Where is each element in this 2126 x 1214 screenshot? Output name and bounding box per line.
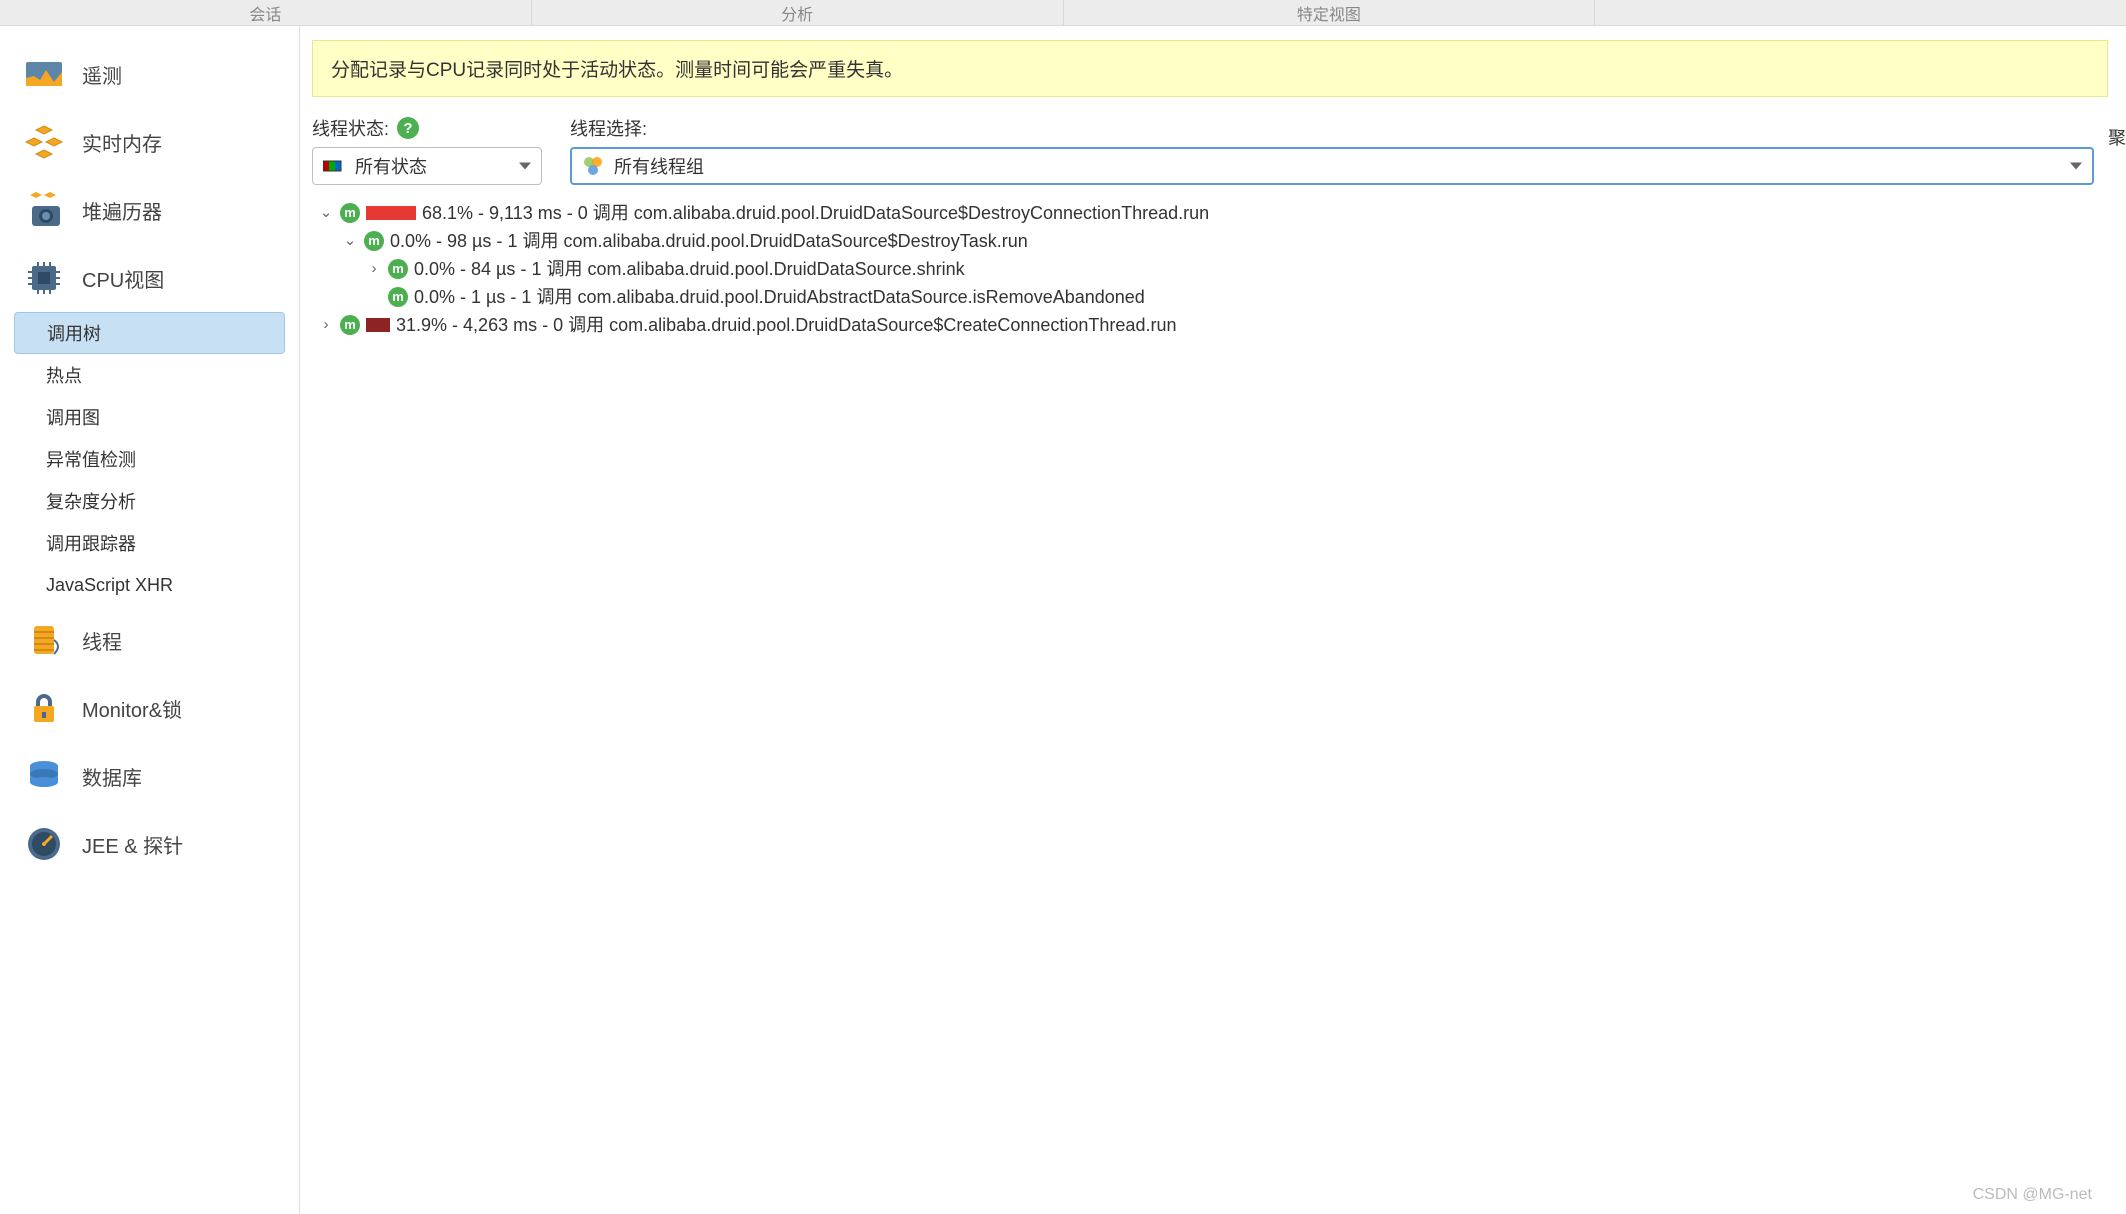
warning-banner: 分配记录与CPU记录同时处于活动状态。测量时间可能会严重失真。 bbox=[312, 40, 2108, 97]
thread-state-value: 所有状态 bbox=[355, 153, 427, 179]
tree-row[interactable]: · m 0.0% - 1 µs - 1 调用 com.alibaba.druid… bbox=[312, 283, 2108, 311]
subitem-hot-spots[interactable]: 热点 bbox=[14, 354, 285, 396]
tab-empty bbox=[1595, 0, 2126, 25]
sidebar-item-threads[interactable]: 线程 bbox=[0, 606, 299, 674]
method-icon: m bbox=[340, 315, 360, 335]
subitem-call-graph[interactable]: 调用图 bbox=[14, 396, 285, 438]
thread-group-icon bbox=[582, 155, 604, 177]
tree-row-text: 0.0% - 98 µs - 1 调用 com.alibaba.druid.po… bbox=[390, 227, 1028, 255]
camera-cubes-icon bbox=[22, 188, 66, 232]
sidebar-item-label: Monitor&锁 bbox=[82, 694, 182, 723]
right-edge-label-fragment: 聚 bbox=[2108, 26, 2126, 1214]
thread-select-combo[interactable]: 所有线程组 bbox=[570, 147, 2094, 185]
tab-specific-view[interactable]: 特定视图 bbox=[1064, 0, 1596, 25]
tree-row[interactable]: ⌄ m 68.1% - 9,113 ms - 0 调用 com.alibaba.… bbox=[312, 199, 2108, 227]
expand-toggle-icon[interactable]: ⌄ bbox=[318, 199, 334, 227]
gauge-icon bbox=[22, 822, 66, 866]
call-tree[interactable]: ⌄ m 68.1% - 9,113 ms - 0 调用 com.alibaba.… bbox=[312, 199, 2108, 339]
chevron-down-icon bbox=[2070, 163, 2082, 170]
cpu-view-subtree: 调用树 热点 调用图 异常值检测 复杂度分析 调用跟踪器 JavaScript … bbox=[14, 312, 299, 606]
thread-select-label: 线程选择: bbox=[570, 115, 2094, 141]
database-icon bbox=[22, 754, 66, 798]
expand-toggle-icon[interactable]: ⌄ bbox=[342, 227, 358, 255]
sidebar-item-jee-probe[interactable]: JEE & 探针 bbox=[0, 810, 299, 878]
chevron-down-icon bbox=[519, 163, 531, 170]
top-tab-bar: 会话 分析 特定视图 bbox=[0, 0, 2126, 26]
subitem-call-tracer[interactable]: 调用跟踪器 bbox=[14, 522, 285, 564]
tree-row-text: 0.0% - 1 µs - 1 调用 com.alibaba.druid.poo… bbox=[414, 283, 1145, 311]
tree-row[interactable]: › m 0.0% - 84 µs - 1 调用 com.alibaba.drui… bbox=[312, 255, 2108, 283]
tree-row[interactable]: ⌄ m 0.0% - 98 µs - 1 调用 com.alibaba.drui… bbox=[312, 227, 2108, 255]
sidebar-item-heap-walker[interactable]: 堆遍历器 bbox=[0, 176, 299, 244]
percent-bar bbox=[366, 206, 416, 220]
cubes-icon bbox=[22, 120, 66, 164]
subitem-javascript-xhr[interactable]: JavaScript XHR bbox=[14, 564, 285, 606]
sidebar-item-label: 遥测 bbox=[82, 60, 122, 89]
method-icon: m bbox=[340, 203, 360, 223]
sidebar-item-label: 线程 bbox=[82, 626, 122, 655]
tab-session[interactable]: 会话 bbox=[0, 0, 532, 25]
percent-bar bbox=[366, 318, 390, 332]
help-icon[interactable]: ? bbox=[397, 117, 419, 139]
thread-state-label: 线程状态: ? bbox=[312, 115, 542, 141]
sidebar-item-label: JEE & 探针 bbox=[82, 830, 183, 859]
telemetry-icon bbox=[22, 52, 66, 96]
sidebar-item-live-memory[interactable]: 实时内存 bbox=[0, 108, 299, 176]
subitem-complexity-analysis[interactable]: 复杂度分析 bbox=[14, 480, 285, 522]
subitem-outlier-detection[interactable]: 异常值检测 bbox=[14, 438, 285, 480]
cpu-chip-icon bbox=[22, 256, 66, 300]
sidebar-item-database[interactable]: 数据库 bbox=[0, 742, 299, 810]
sidebar-item-label: CPU视图 bbox=[82, 264, 164, 293]
sidebar: 遥测 实时内存 堆遍历器 CPU视图 调用 bbox=[0, 26, 300, 1214]
state-chip-icon bbox=[323, 155, 345, 177]
subitem-call-tree[interactable]: 调用树 bbox=[14, 312, 285, 354]
watermark-text: CSDN @MG-net bbox=[1973, 1186, 2092, 1204]
method-icon: m bbox=[388, 259, 408, 279]
content-pane: 分配记录与CPU记录同时处于活动状态。测量时间可能会严重失真。 线程状态: ? … bbox=[300, 26, 2108, 1214]
tree-row[interactable]: › m 31.9% - 4,263 ms - 0 调用 com.alibaba.… bbox=[312, 311, 2108, 339]
expand-toggle-icon[interactable]: › bbox=[366, 255, 382, 283]
tree-row-text: 31.9% - 4,263 ms - 0 调用 com.alibaba.drui… bbox=[396, 311, 1176, 339]
tree-row-text: 0.0% - 84 µs - 1 调用 com.alibaba.druid.po… bbox=[414, 255, 965, 283]
tree-row-text: 68.1% - 9,113 ms - 0 调用 com.alibaba.drui… bbox=[422, 199, 1209, 227]
sidebar-item-label: 实时内存 bbox=[82, 128, 162, 157]
method-icon: m bbox=[388, 287, 408, 307]
lock-icon bbox=[22, 686, 66, 730]
sidebar-item-cpu-view[interactable]: CPU视图 bbox=[0, 244, 299, 312]
sidebar-item-label: 堆遍历器 bbox=[82, 196, 162, 225]
tab-analysis[interactable]: 分析 bbox=[532, 0, 1064, 25]
thread-state-combo[interactable]: 所有状态 bbox=[312, 147, 542, 185]
thread-spool-icon bbox=[22, 618, 66, 662]
sidebar-item-monitor-lock[interactable]: Monitor&锁 bbox=[0, 674, 299, 742]
filter-row: 线程状态: ? 所有状态 线程选择: bbox=[312, 115, 2108, 185]
sidebar-item-telemetry[interactable]: 遥测 bbox=[0, 40, 299, 108]
sidebar-item-label: 数据库 bbox=[82, 762, 142, 791]
expand-toggle-icon[interactable]: › bbox=[318, 311, 334, 339]
method-icon: m bbox=[364, 231, 384, 251]
thread-select-value: 所有线程组 bbox=[614, 153, 704, 179]
